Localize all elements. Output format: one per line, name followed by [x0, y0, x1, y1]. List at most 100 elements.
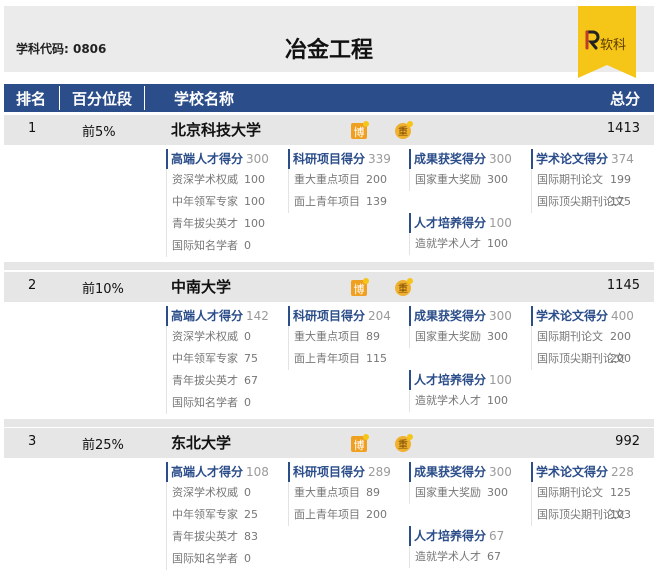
talent-sub-label: 中年领军专家	[172, 352, 238, 365]
training-score-label: 人才培养得分 100	[409, 370, 512, 390]
talent-label-text: 高端人才得分	[171, 152, 244, 166]
research-score-label: 科研项目得分 289	[288, 462, 391, 482]
paper-score-label: 学术论文得分 228	[531, 462, 634, 482]
talent-sub-item: 中年领军专家 75	[166, 348, 258, 370]
training-sub-label: 造就学术人才	[415, 237, 481, 250]
training-score-label: 人才培养得分 67	[409, 526, 504, 546]
total-score: 1145	[606, 278, 640, 293]
talent-score-value: 300	[246, 152, 269, 166]
talent-sub-label: 青年拔尖英才	[172, 530, 238, 543]
talent-sub-value: 25	[244, 508, 258, 521]
training-label-text: 人才培养得分	[414, 216, 487, 230]
paper-sub-item: 国际顶尖期刊论文 200	[531, 348, 631, 370]
talent-sub-item: 中年领军专家 25	[166, 504, 258, 526]
paper-sub-label: 国际期刊论文	[537, 486, 603, 499]
research-group: 科研项目得分 289 重大重点项目 89 面上青年项目 200	[288, 462, 391, 526]
talent-sub-value: 100	[244, 217, 265, 230]
training-score-value: 100	[489, 216, 512, 230]
paper-group: 学术论文得分 374 国际期刊论文 199 国际顶尖期刊论文 175	[531, 149, 634, 213]
doctoral-badge-text: 博	[354, 283, 365, 296]
paper-label-text: 学术论文得分	[536, 309, 609, 323]
paper-label-text: 学术论文得分	[536, 152, 609, 166]
talent-sub-value: 0	[244, 330, 251, 343]
research-sub-value: 200	[366, 508, 387, 521]
paper-score-value: 228	[611, 465, 634, 479]
talent-sub-value: 67	[244, 374, 258, 387]
award-label-text: 成果获奖得分	[414, 152, 487, 166]
talent-group: 高端人才得分 142 资深学术权威 0 中年领军专家 75 青年拔尖英才 67 …	[166, 306, 269, 414]
key-discipline-badge-icon: 重	[394, 277, 414, 297]
talent-score-label: 高端人才得分 108	[166, 462, 269, 482]
research-sub-value: 139	[366, 195, 387, 208]
paper-sub-label: 国际期刊论文	[537, 330, 603, 343]
award-label-text: 成果获奖得分	[414, 309, 487, 323]
doctoral-badge-icon: 博	[350, 120, 370, 140]
award-score-label: 成果获奖得分 300	[409, 462, 512, 482]
doctoral-badge-text: 博	[354, 126, 365, 139]
research-sub-item: 面上青年项目 115	[288, 348, 387, 370]
paper-sub-item: 国际期刊论文 200	[531, 326, 631, 348]
research-group: 科研项目得分 204 重大重点项目 89 面上青年项目 115	[288, 306, 391, 370]
training-sub-item: 造就学术人才 100	[409, 390, 508, 412]
award-score-value: 300	[489, 465, 512, 479]
award-sub-label: 国家重大奖励	[415, 486, 481, 499]
school-row[interactable]: 1 前5% 北京科技大学 博 重 1413	[4, 115, 654, 145]
school-row[interactable]: 2 前10% 中南大学 博 重 1145	[4, 272, 654, 302]
training-sub-label: 造就学术人才	[415, 550, 481, 563]
paper-score-label: 学术论文得分 400	[531, 306, 634, 326]
school-row[interactable]: 3 前25% 东北大学 博 重 992	[4, 428, 654, 458]
talent-sub-label: 中年领军专家	[172, 195, 238, 208]
key-discipline-badge-text: 重	[398, 282, 408, 295]
talent-sub-label: 资深学术权威	[172, 486, 238, 499]
doctoral-badge-text: 博	[354, 439, 365, 452]
training-sub-value: 100	[487, 394, 508, 407]
research-score-label: 科研项目得分 204	[288, 306, 391, 326]
paper-sub-item: 国际期刊论文 125	[531, 482, 631, 504]
paper-sub-value: 200	[610, 330, 631, 343]
research-score-label: 科研项目得分 339	[288, 149, 391, 169]
award-score-label: 成果获奖得分 300	[409, 306, 512, 326]
research-score-value: 339	[368, 152, 391, 166]
talent-sub-label: 资深学术权威	[172, 330, 238, 343]
school-name[interactable]: 东北大学	[171, 432, 231, 453]
talent-sub-label: 中年领军专家	[172, 508, 238, 521]
col-percentile: 百分位段	[72, 90, 133, 108]
row-divider	[4, 262, 654, 270]
award-label-text: 成果获奖得分	[414, 465, 487, 479]
award-sub-item: 国家重大奖励 300	[409, 482, 508, 504]
talent-score-label: 高端人才得分 300	[166, 149, 269, 169]
research-group: 科研项目得分 339 重大重点项目 200 面上青年项目 139	[288, 149, 391, 213]
training-label-text: 人才培养得分	[414, 373, 487, 387]
doctoral-badge-icon: 博	[350, 433, 370, 453]
school-name[interactable]: 中南大学	[171, 276, 231, 297]
award-sub-label: 国家重大奖励	[415, 173, 481, 186]
key-discipline-badge-icon: 重	[394, 120, 414, 140]
training-sub-item: 造就学术人才 67	[409, 546, 501, 568]
brand-name: 软科	[600, 38, 627, 53]
training-sub-value: 100	[487, 237, 508, 250]
training-sub-label: 造就学术人才	[415, 394, 481, 407]
research-sub-item: 重大重点项目 89	[288, 326, 380, 348]
research-sub-value: 115	[366, 352, 387, 365]
award-sub-value: 300	[487, 486, 508, 499]
training-label-text: 人才培养得分	[414, 529, 487, 543]
research-label-text: 科研项目得分	[293, 465, 366, 479]
key-discipline-badge-text: 重	[398, 438, 408, 451]
training-score-value: 67	[489, 529, 505, 543]
paper-sub-item: 国际期刊论文 199	[531, 169, 631, 191]
school-name[interactable]: 北京科技大学	[171, 119, 261, 140]
talent-sub-item: 资深学术权威 0	[166, 326, 251, 348]
talent-sub-value: 100	[244, 195, 265, 208]
paper-sub-item: 国际顶尖期刊论文 103	[531, 504, 631, 526]
talent-group: 高端人才得分 300 资深学术权威 100 中年领军专家 100 青年拔尖英才 …	[166, 149, 269, 257]
research-sub-value: 200	[366, 173, 387, 186]
paper-sub-label: 国际期刊论文	[537, 173, 603, 186]
research-sub-label: 重大重点项目	[294, 330, 360, 343]
paper-score-value: 400	[611, 309, 634, 323]
talent-sub-value: 83	[244, 530, 258, 543]
talent-sub-item: 国际知名学者 0	[166, 392, 251, 414]
research-sub-item: 面上青年项目 200	[288, 504, 387, 526]
talent-sub-item: 青年拔尖英才 100	[166, 213, 265, 235]
training-sub-item: 造就学术人才 100	[409, 233, 508, 255]
paper-score-label: 学术论文得分 374	[531, 149, 634, 169]
